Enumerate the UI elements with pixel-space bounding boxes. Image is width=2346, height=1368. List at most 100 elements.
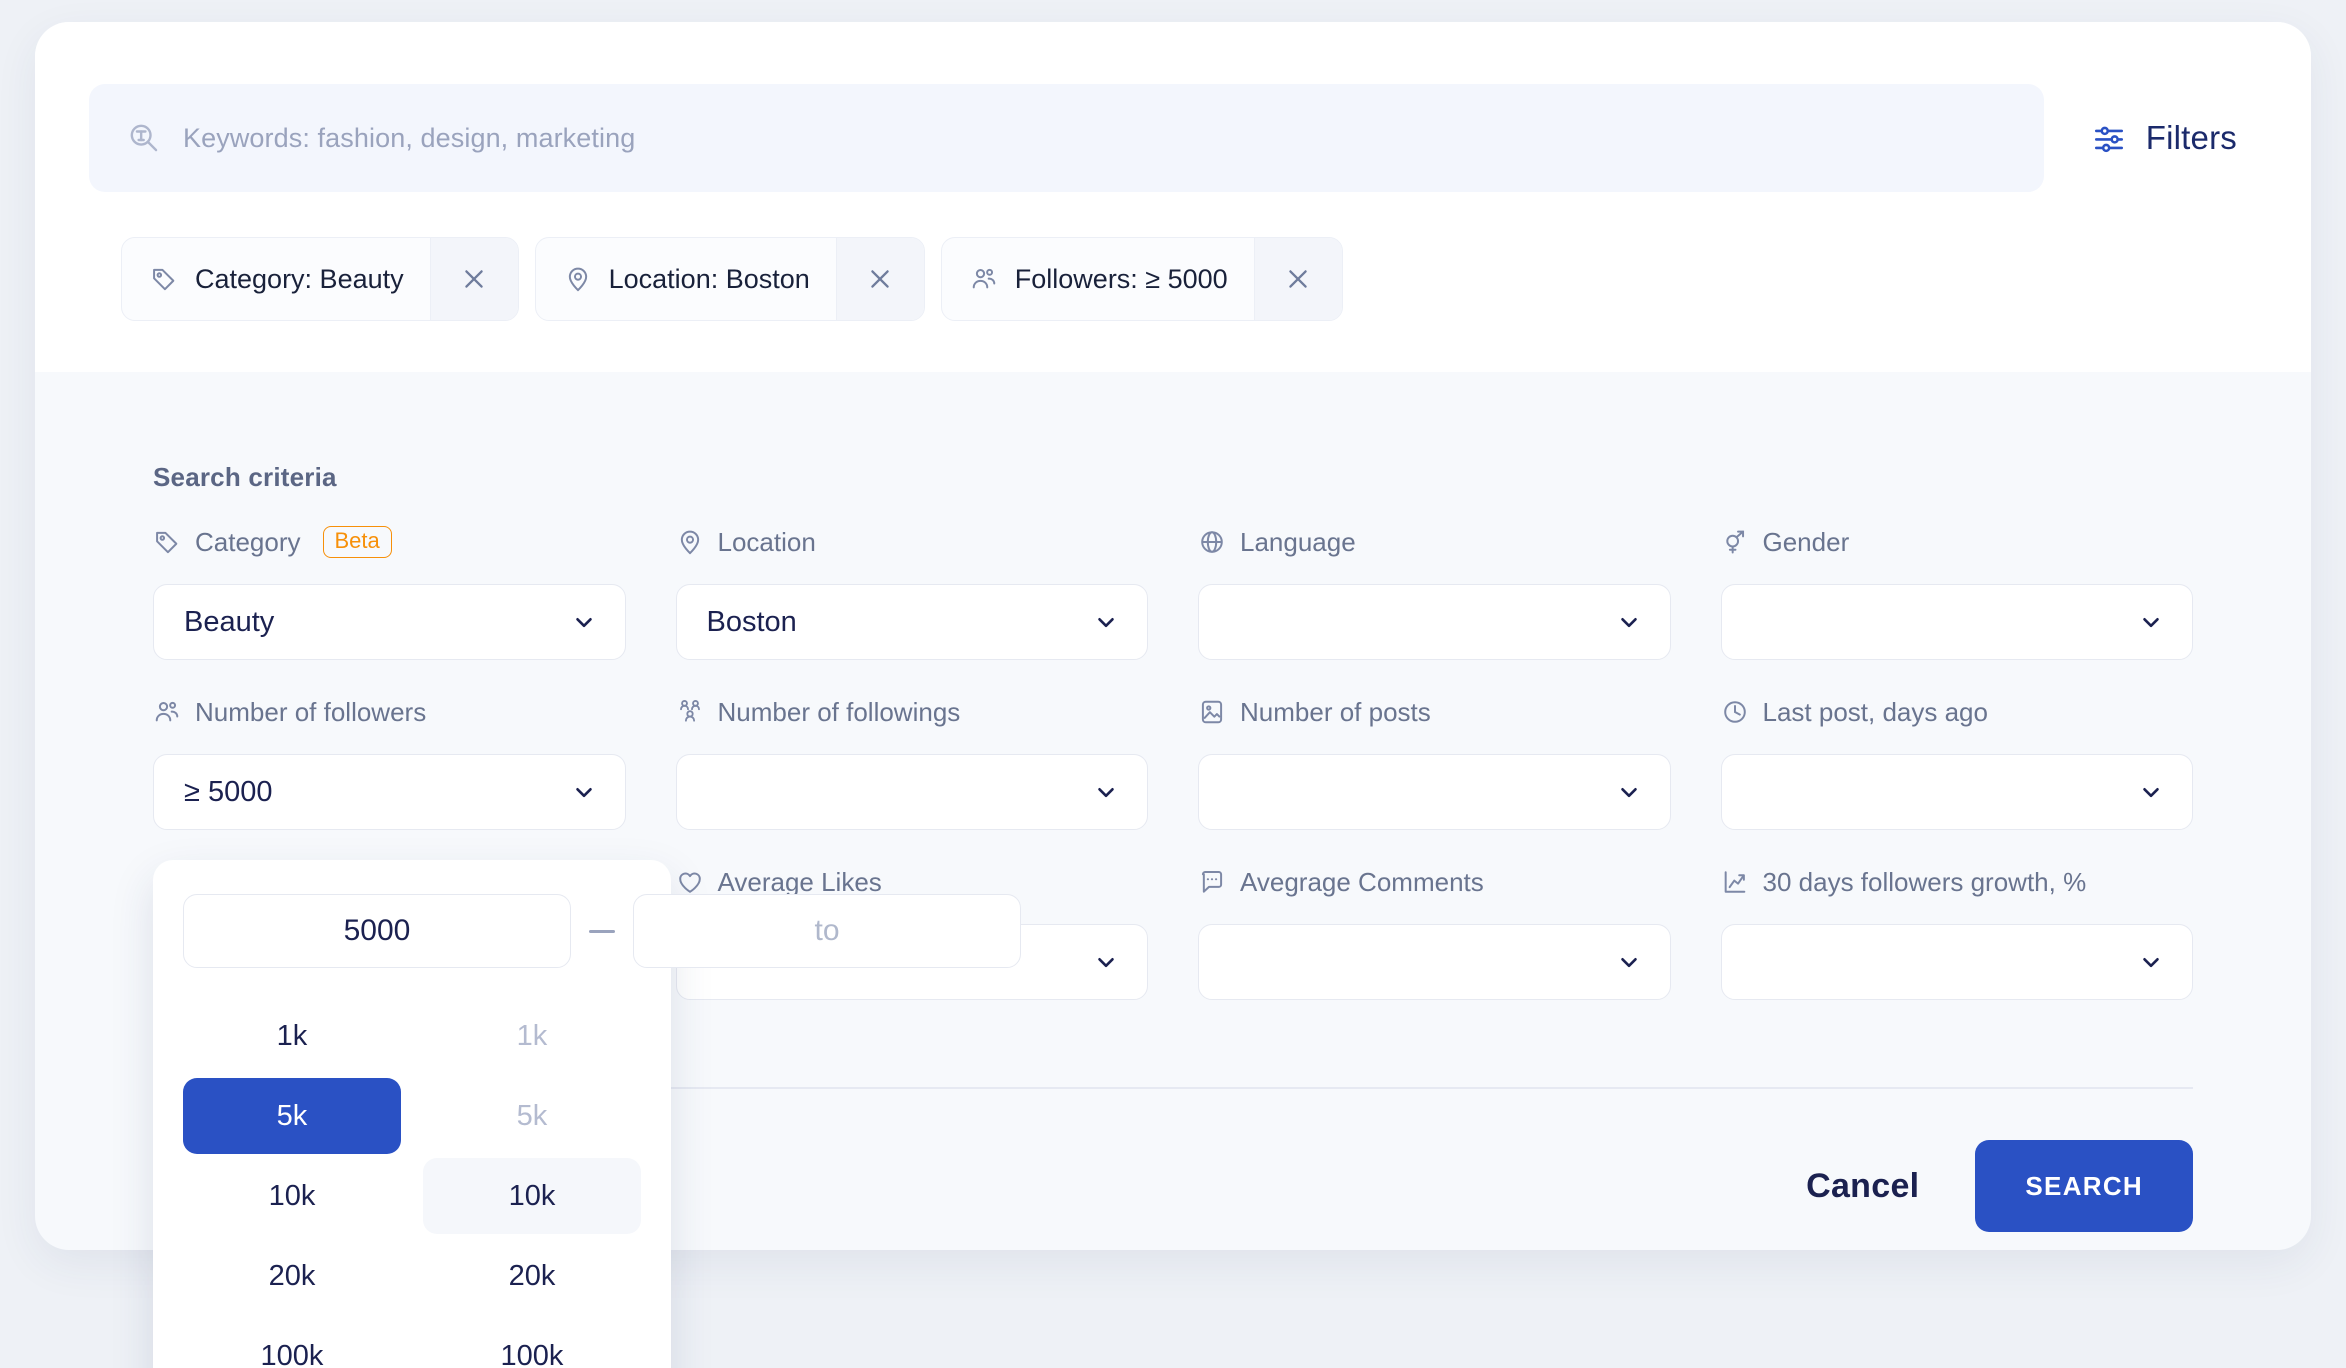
category-select-value: Beauty [184, 605, 275, 638]
field-comments-label: Avegrage Comments [1198, 862, 1671, 902]
language-select[interactable] [1198, 584, 1671, 660]
location-select-value: Boston [706, 605, 797, 638]
chip-followers-label: Followers: ≥ 5000 [1014, 263, 1228, 294]
tag-icon [153, 528, 181, 556]
chip-followers-close[interactable] [1253, 238, 1342, 320]
chevron-down-icon [1093, 949, 1119, 975]
field-gender: Gender [1720, 522, 2194, 660]
followers-to-input[interactable] [633, 894, 1021, 968]
chip-followers[interactable]: Followers: ≥ 5000 [940, 237, 1343, 321]
location-pin-icon [676, 528, 704, 556]
to-option: 1k [516, 1019, 548, 1052]
to-option[interactable]: 10k [423, 1158, 641, 1234]
followers-select[interactable]: ≥ 5000 [153, 754, 626, 830]
sliders-icon [2092, 121, 2126, 155]
followers-from-options: 1k 5k 10k 20k 100k [183, 998, 401, 1368]
chip-category-close[interactable] [429, 238, 518, 320]
field-followings-label: Number of followings [676, 692, 1149, 732]
field-language: Language [1198, 522, 1671, 660]
image-icon [1198, 698, 1226, 726]
followers-to-options: 1k 5k 10k 20k 100k [423, 998, 641, 1368]
field-number-of-posts: Number of posts [1198, 692, 1671, 830]
followers-from-input[interactable] [183, 894, 571, 968]
users-icon [153, 698, 181, 726]
search-card: Keywords: fashion, design, marketing Fil… [35, 22, 2311, 1368]
location-select[interactable]: Boston [675, 584, 1148, 660]
to-option[interactable]: 100k [423, 1318, 641, 1368]
from-option[interactable]: 10k [183, 1158, 401, 1234]
chip-location-body: Location: Boston [536, 238, 836, 320]
chevron-down-icon [1616, 949, 1642, 975]
search-input[interactable]: Keywords: fashion, design, marketing [89, 84, 2044, 192]
category-select[interactable]: Beauty [153, 584, 626, 660]
footer-actions: Cancel SEARCH [1806, 1140, 2193, 1232]
filters-button[interactable]: Filters [2084, 111, 2257, 165]
average-comments-select[interactable] [1198, 924, 1671, 1000]
chip-category-body: Category: Beauty [122, 238, 430, 320]
from-option[interactable]: 5k [183, 1078, 401, 1154]
field-location-label: Location [676, 522, 1149, 562]
gender-icon [1721, 528, 1749, 556]
chip-category-label: Category: Beauty [195, 263, 404, 294]
field-language-label: Language [1198, 522, 1671, 562]
last-post-select[interactable] [1720, 754, 2193, 830]
followers-range-dropdown: 1k 5k 10k 20k 100k 1k 5k 10k 20k 100k [153, 860, 1021, 1368]
field-followings-label-text: Number of followings [717, 696, 961, 727]
field-last-post: Last post, days ago [1720, 692, 2194, 830]
from-option[interactable]: 20k [183, 1238, 401, 1314]
field-location-label-text: Location [717, 526, 816, 557]
gender-select[interactable] [1720, 584, 2193, 660]
field-comments-label-text: Avegrage Comments [1240, 866, 1484, 897]
followers-growth-select[interactable] [1720, 924, 2193, 1000]
field-posts-label: Number of posts [1198, 692, 1671, 732]
tag-icon [150, 265, 178, 293]
from-option[interactable]: 1k [183, 998, 401, 1074]
field-category-label: Category Beta [153, 522, 626, 562]
posts-select[interactable] [1198, 754, 1671, 830]
chevron-down-icon [571, 609, 597, 635]
field-category: Category Beta Beauty [153, 522, 626, 660]
field-followers-growth: 30 days followers growth, % [1720, 862, 2194, 1000]
field-language-label-text: Language [1240, 526, 1356, 557]
field-last-post-label-text: Last post, days ago [1762, 696, 1988, 727]
search-button[interactable]: SEARCH [1975, 1140, 2193, 1232]
chevron-down-icon [571, 779, 597, 805]
location-pin-icon [564, 265, 592, 293]
field-growth-label: 30 days followers growth, % [1721, 862, 2194, 902]
field-number-of-followings: Number of followings [675, 692, 1149, 830]
clock-icon [1721, 698, 1749, 726]
field-followers-label-text: Number of followers [195, 696, 427, 727]
field-gender-label: Gender [1721, 522, 2194, 562]
active-filter-chips: Category: Beauty Location: Boston Follow… [121, 237, 1343, 321]
search-header: Keywords: fashion, design, marketing Fil… [35, 22, 2311, 372]
field-location: Location Boston [675, 522, 1149, 660]
field-followers-label: Number of followers [153, 692, 626, 732]
to-option: 5k [516, 1099, 548, 1132]
chip-location-close[interactable] [835, 238, 924, 320]
chevron-down-icon [1093, 779, 1119, 805]
chip-followers-body: Followers: ≥ 5000 [942, 238, 1254, 320]
chip-category[interactable]: Category: Beauty [121, 237, 519, 321]
field-average-comments: Avegrage Comments [1198, 862, 1671, 1000]
followings-select[interactable] [675, 754, 1148, 830]
heart-icon [676, 868, 704, 896]
beta-badge: Beta [322, 526, 392, 558]
chevron-down-icon [1616, 779, 1642, 805]
search-text-icon [127, 121, 161, 155]
chevron-down-icon [2138, 949, 2164, 975]
chip-location-label: Location: Boston [608, 263, 810, 294]
field-last-post-label: Last post, days ago [1721, 692, 2194, 732]
search-row: Keywords: fashion, design, marketing Fil… [89, 84, 2257, 192]
followers-option-columns: 1k 5k 10k 20k 100k 1k 5k 10k 20k 100k [183, 998, 641, 1368]
chip-location[interactable]: Location: Boston [534, 237, 925, 321]
search-placeholder-text: Keywords: fashion, design, marketing [183, 122, 636, 153]
field-likes-label-text: Average Likes [717, 866, 882, 897]
from-option[interactable]: 100k [183, 1318, 401, 1368]
cancel-button[interactable]: Cancel [1806, 1167, 1919, 1206]
field-posts-label-text: Number of posts [1240, 696, 1431, 727]
globe-icon [1198, 528, 1226, 556]
to-option[interactable]: 20k [423, 1238, 641, 1314]
followers-select-value: ≥ 5000 [184, 775, 273, 808]
chevron-down-icon [2138, 779, 2164, 805]
comment-icon [1198, 868, 1226, 896]
